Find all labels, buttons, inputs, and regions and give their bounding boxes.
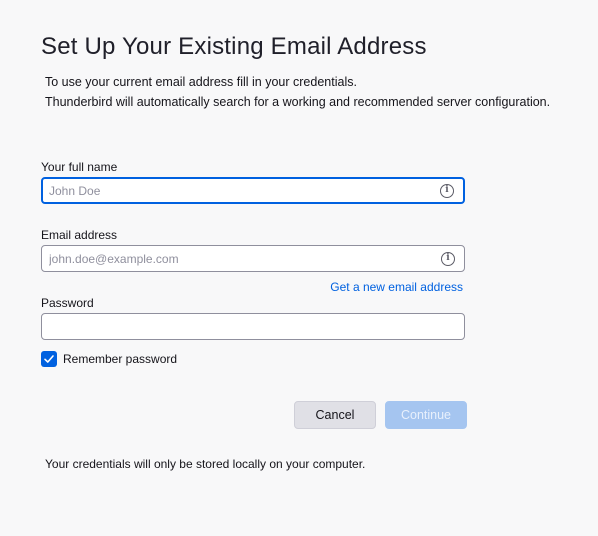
continue-button[interactable]: Continue bbox=[385, 401, 467, 429]
info-icon[interactable]: i bbox=[440, 183, 454, 198]
password-input[interactable] bbox=[42, 314, 464, 339]
info-icon[interactable]: i bbox=[441, 251, 455, 266]
cancel-button[interactable]: Cancel bbox=[294, 401, 376, 429]
full-name-input[interactable] bbox=[43, 179, 463, 202]
full-name-field-wrapper: i bbox=[41, 177, 465, 204]
credentials-note: Your credentials will only be stored loc… bbox=[45, 457, 366, 471]
remember-password-row[interactable]: Remember password bbox=[41, 351, 177, 367]
account-setup-page: Set Up Your Existing Email Address To us… bbox=[0, 0, 598, 536]
email-field-wrapper: i bbox=[41, 245, 465, 272]
password-label: Password bbox=[41, 296, 94, 310]
email-input[interactable] bbox=[42, 246, 464, 271]
full-name-label: Your full name bbox=[41, 160, 118, 174]
page-description-line2: Thunderbird will automatically search fo… bbox=[45, 95, 551, 109]
page-title: Set Up Your Existing Email Address bbox=[41, 33, 427, 60]
checkmark-icon bbox=[44, 355, 54, 363]
remember-password-label[interactable]: Remember password bbox=[63, 352, 177, 366]
email-label: Email address bbox=[41, 228, 118, 242]
page-description-line1: To use your current email address fill i… bbox=[45, 75, 357, 89]
get-new-email-link[interactable]: Get a new email address bbox=[330, 280, 463, 294]
password-field-wrapper bbox=[41, 313, 465, 340]
remember-password-checkbox[interactable] bbox=[41, 351, 57, 367]
